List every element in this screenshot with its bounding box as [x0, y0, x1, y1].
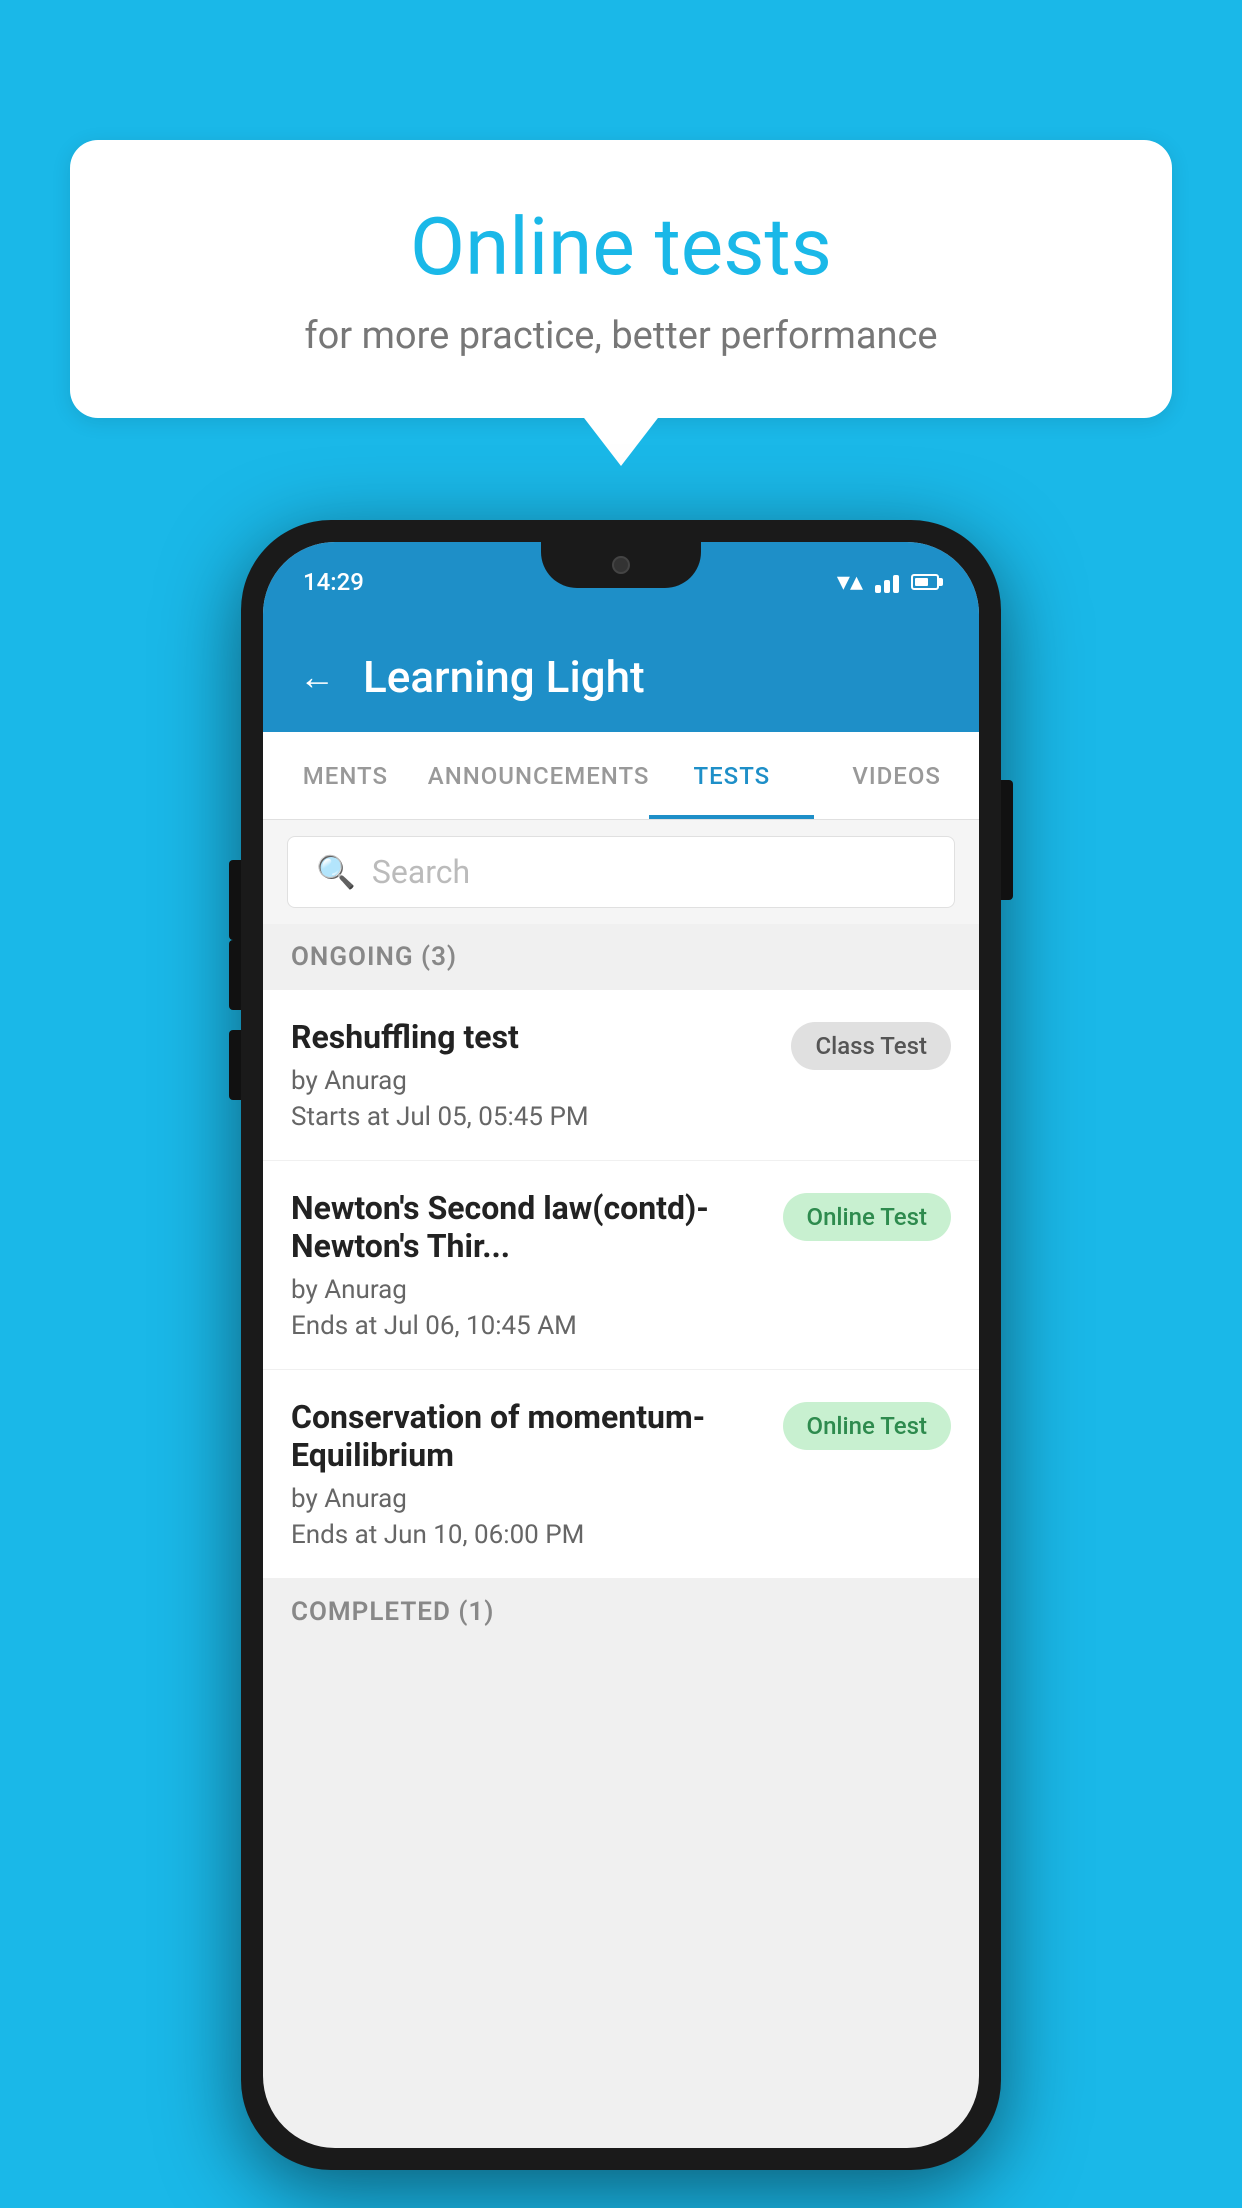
tabs-bar: MENTS ANNOUNCEMENTS TESTS VIDEOS: [263, 732, 979, 820]
status-bar: 14:29 ▾▴: [263, 542, 979, 622]
phone-mockup: 14:29 ▾▴: [241, 520, 1001, 2170]
test-author-2: by Anurag: [291, 1275, 763, 1305]
tab-videos[interactable]: VIDEOS: [814, 732, 979, 819]
app-bar: ← Learning Light: [263, 622, 979, 732]
search-icon: 🔍: [316, 853, 356, 891]
search-placeholder: Search: [372, 853, 470, 891]
test-author-1: by Anurag: [291, 1066, 771, 1096]
test-date-2: Ends at Jul 06, 10:45 AM: [291, 1311, 763, 1341]
test-info-3: Conservation of momentum-Equilibrium by …: [291, 1398, 783, 1550]
test-badge-3: Online Test: [783, 1402, 951, 1450]
completed-section-header: COMPLETED (1): [263, 1579, 979, 1645]
ongoing-section-header: ONGOING (3): [263, 924, 979, 990]
signal-icon: [875, 571, 899, 593]
wifi-icon: ▾▴: [837, 567, 863, 597]
search-bar[interactable]: 🔍 Search: [287, 836, 955, 908]
status-icons: ▾▴: [837, 567, 939, 597]
battery-icon: [911, 574, 939, 590]
test-title-3: Conservation of momentum-Equilibrium: [291, 1398, 763, 1474]
volume-up-button: [229, 940, 241, 1010]
tab-ments[interactable]: MENTS: [263, 732, 428, 819]
status-time: 14:29: [303, 568, 364, 596]
test-item-2[interactable]: Newton's Second law(contd)-Newton's Thir…: [263, 1161, 979, 1370]
bubble-subtitle: for more practice, better performance: [150, 314, 1092, 358]
test-date-3: Ends at Jun 10, 06:00 PM: [291, 1520, 763, 1550]
test-item-3[interactable]: Conservation of momentum-Equilibrium by …: [263, 1370, 979, 1579]
front-camera: [612, 556, 630, 574]
test-item[interactable]: Reshuffling test by Anurag Starts at Jul…: [263, 990, 979, 1161]
speech-bubble-area: Online tests for more practice, better p…: [70, 140, 1172, 418]
test-date-1: Starts at Jul 05, 05:45 PM: [291, 1102, 771, 1132]
phone-notch: [541, 542, 701, 588]
test-info-2: Newton's Second law(contd)-Newton's Thir…: [291, 1189, 783, 1341]
test-badge-1: Class Test: [791, 1022, 951, 1070]
speech-bubble: Online tests for more practice, better p…: [70, 140, 1172, 418]
search-container: 🔍 Search: [263, 820, 979, 924]
phone-shell: 14:29 ▾▴: [241, 520, 1001, 2170]
app-bar-title: Learning Light: [363, 651, 645, 703]
test-author-3: by Anurag: [291, 1484, 763, 1514]
test-title-2: Newton's Second law(contd)-Newton's Thir…: [291, 1189, 763, 1265]
bubble-title: Online tests: [150, 200, 1092, 294]
tab-tests[interactable]: TESTS: [649, 732, 814, 819]
back-button[interactable]: ←: [299, 656, 335, 698]
test-badge-2: Online Test: [783, 1193, 951, 1241]
volume-down-button: [229, 1030, 241, 1100]
phone-screen: 14:29 ▾▴: [263, 542, 979, 2148]
tab-announcements[interactable]: ANNOUNCEMENTS: [428, 732, 650, 819]
test-info-1: Reshuffling test by Anurag Starts at Jul…: [291, 1018, 791, 1132]
test-title-1: Reshuffling test: [291, 1018, 771, 1056]
